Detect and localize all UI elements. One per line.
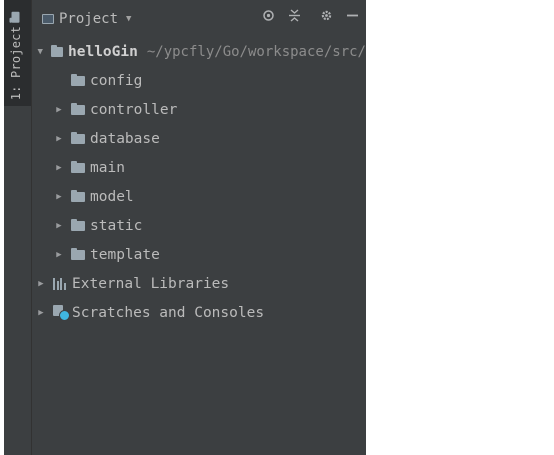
- tree-item-label: static: [90, 217, 143, 234]
- project-panel: Project ▼ ▼ helloGin ~/ypcfly/Go/workspa…: [32, 0, 366, 455]
- hide-icon[interactable]: [345, 8, 359, 22]
- folder-icon: [71, 218, 85, 231]
- folder-icon: [71, 131, 85, 144]
- locate-icon[interactable]: [261, 8, 275, 22]
- expanded-arrow-icon[interactable]: ▼: [36, 46, 44, 58]
- tree-item-main[interactable]: ▶ main: [32, 153, 366, 182]
- tree-item-label: controller: [90, 101, 178, 118]
- project-tool-tab[interactable]: 1: Project: [4, 0, 31, 106]
- collapsed-arrow-icon[interactable]: ▶: [54, 249, 64, 261]
- root-module-path: ~/ypcfly/Go/workspace/src/: [146, 43, 366, 60]
- scratches-label: Scratches and Consoles: [72, 304, 265, 321]
- gear-icon[interactable]: [319, 8, 333, 22]
- tree-item-model[interactable]: ▶ model: [32, 182, 366, 211]
- folder-icon: [71, 102, 85, 115]
- collapsed-arrow-icon[interactable]: ▶: [36, 307, 46, 319]
- collapsed-arrow-icon[interactable]: ▶: [54, 162, 64, 174]
- panel-header: Project ▼: [32, 0, 366, 36]
- collapsed-arrow-icon[interactable]: ▶: [54, 133, 64, 145]
- tree-item-database[interactable]: ▶ database: [32, 124, 366, 153]
- tree-item-label: main: [90, 159, 125, 176]
- tree-item-label: config: [90, 72, 143, 89]
- collapse-all-icon[interactable]: [287, 8, 301, 22]
- view-selector-label: Project: [59, 11, 119, 27]
- folder-icon: [71, 73, 85, 86]
- tree-item-template[interactable]: ▶ template: [32, 240, 366, 269]
- root-module-name: helloGin: [68, 43, 138, 60]
- tree-item-scratches[interactable]: ▶ Scratches and Consoles: [32, 298, 366, 327]
- root-children: config ▶ controller ▶ database ▶ main ▶ model ▶ st…: [32, 66, 366, 269]
- tree-item-config[interactable]: config: [32, 66, 366, 95]
- tree-root-row[interactable]: ▼ helloGin ~/ypcfly/Go/workspace/src/: [32, 37, 366, 66]
- folder-icon: [71, 160, 85, 173]
- scratch-clock-icon: [53, 305, 70, 321]
- ide-window: 1: Project Project ▼ ▼ helloGin ~/ypcfly…: [4, 0, 366, 455]
- tree-item-label: template: [90, 246, 160, 263]
- external-libraries-label: External Libraries: [72, 275, 230, 292]
- arrow-placeholder: [54, 75, 64, 87]
- collapsed-arrow-icon[interactable]: ▶: [54, 191, 64, 203]
- tool-window-stripe: 1: Project: [4, 0, 32, 455]
- tree-item-label: model: [90, 188, 134, 205]
- folder-icon: [71, 189, 85, 202]
- collapsed-arrow-icon[interactable]: ▶: [54, 220, 64, 232]
- tree-item-controller[interactable]: ▶ controller: [32, 95, 366, 124]
- folder-icon: [71, 247, 85, 260]
- folder-icon: [12, 11, 20, 23]
- project-tree: ▼ helloGin ~/ypcfly/Go/workspace/src/ co…: [32, 37, 366, 327]
- tree-item-label: database: [90, 130, 160, 147]
- header-toolbar: [261, 6, 359, 24]
- project-view-icon: [42, 14, 54, 24]
- tree-item-static[interactable]: ▶ static: [32, 211, 366, 240]
- view-selector[interactable]: Project ▼: [42, 10, 131, 28]
- dropdown-caret-icon: ▼: [126, 14, 132, 24]
- stripe-tab-label: 1: Project: [9, 26, 23, 101]
- collapsed-arrow-icon[interactable]: ▶: [36, 278, 46, 290]
- library-icon: [53, 277, 67, 290]
- folder-icon: [51, 44, 63, 57]
- collapsed-arrow-icon[interactable]: ▶: [54, 104, 64, 116]
- tree-item-external-libraries[interactable]: ▶ External Libraries: [32, 269, 366, 298]
